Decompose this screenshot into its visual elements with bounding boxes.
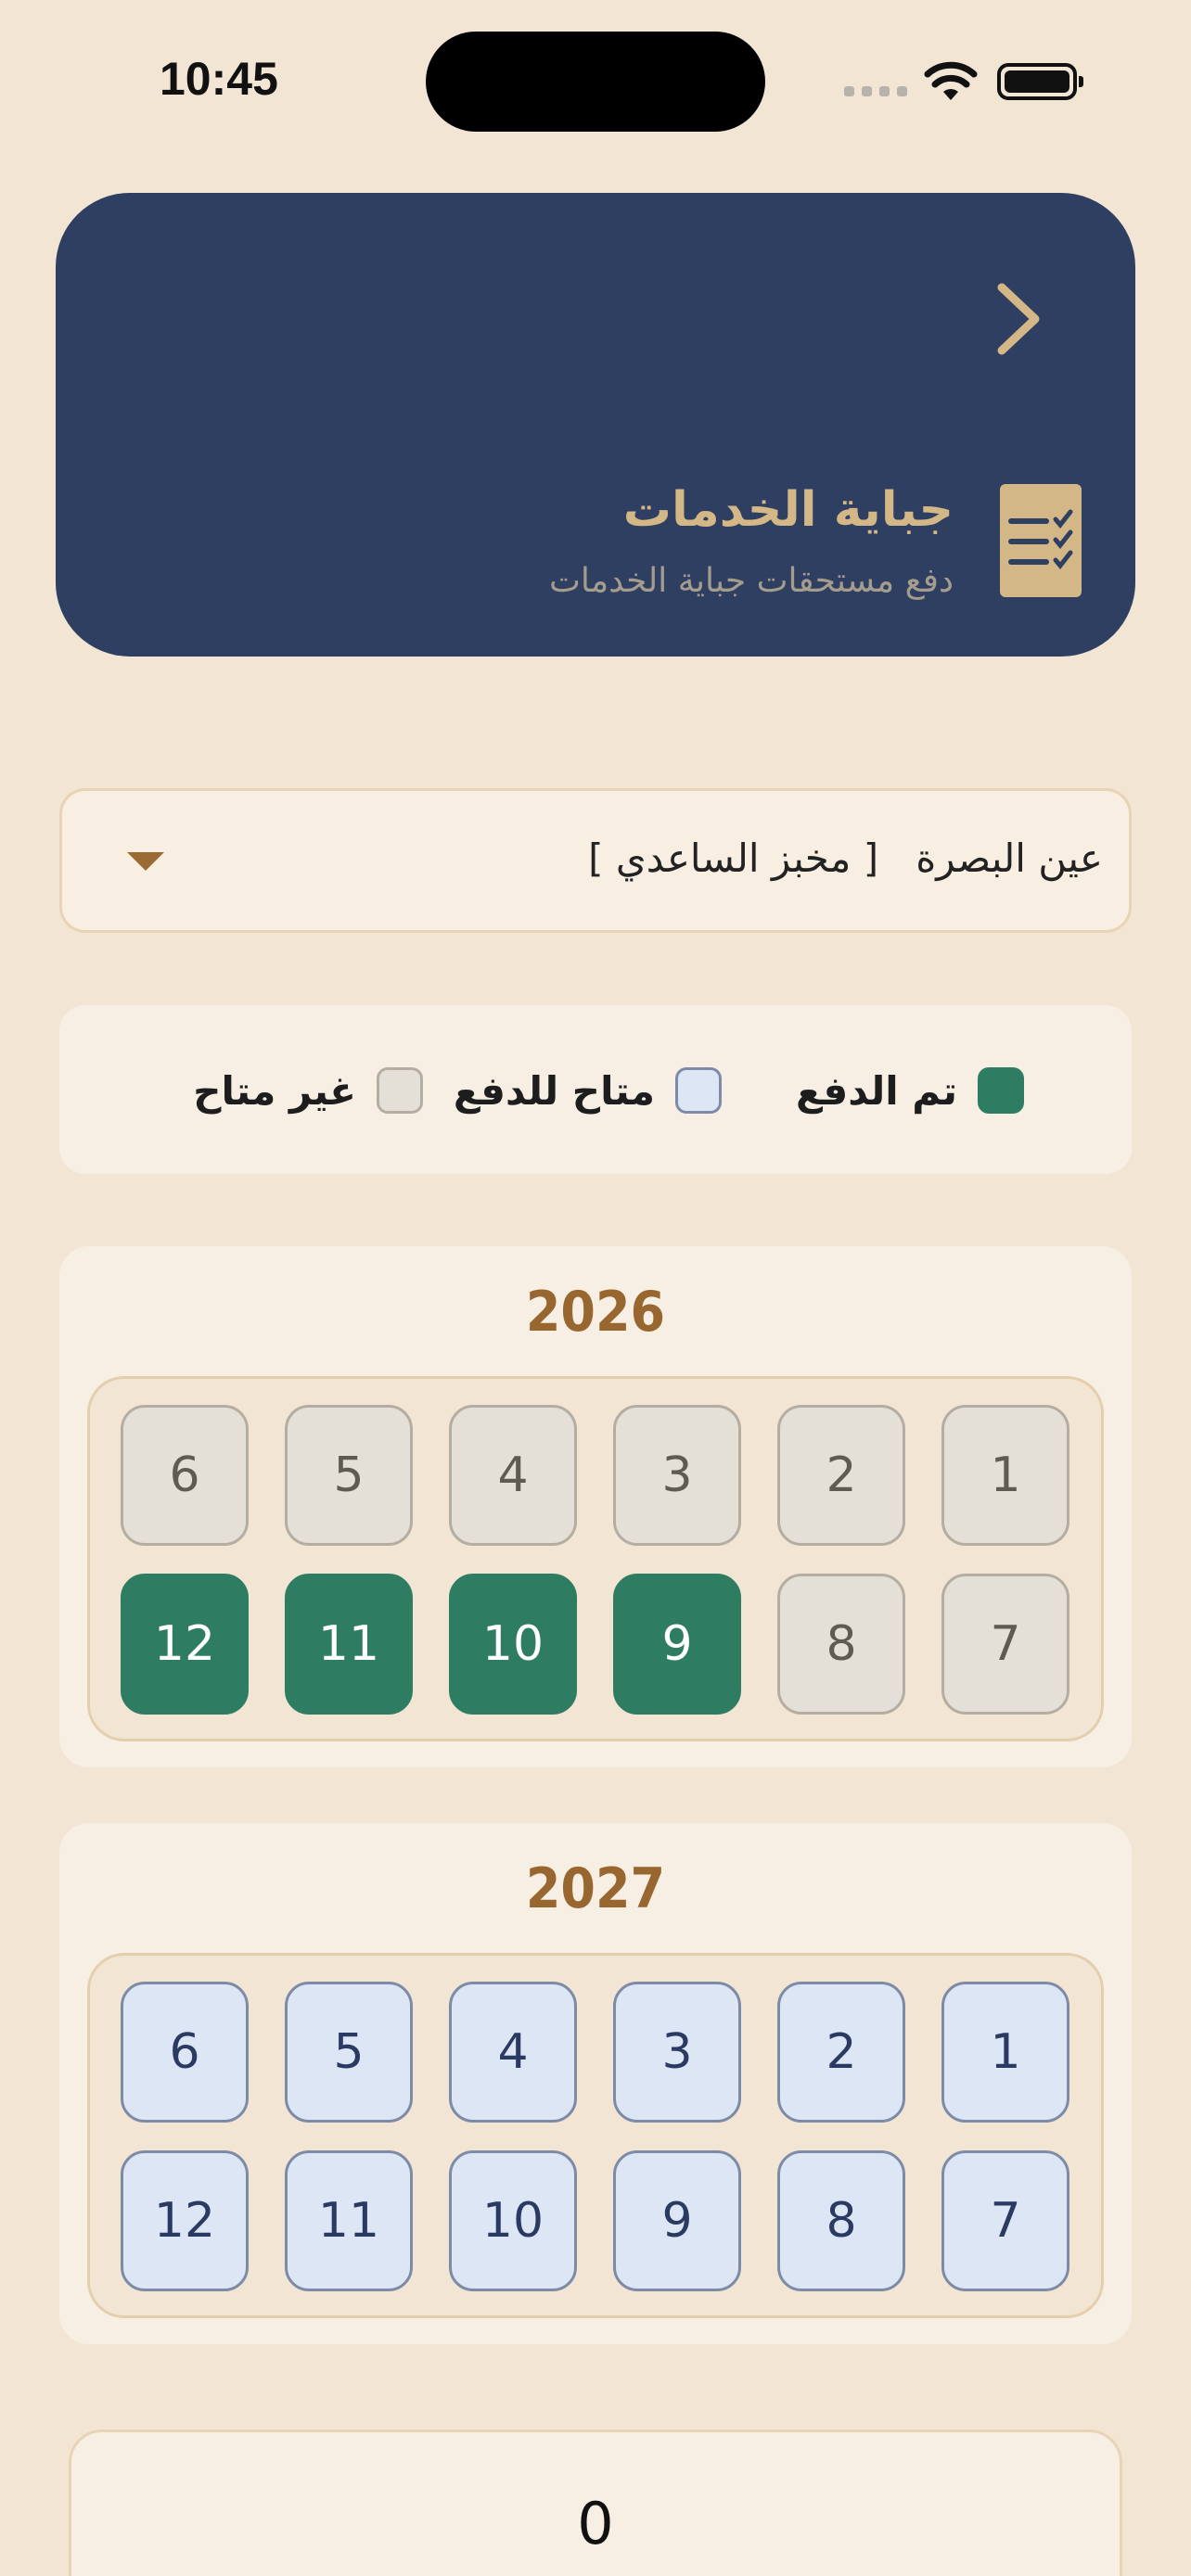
chevron-right-icon[interactable] (985, 278, 1052, 360)
year-card-2027: 2027 1 2 3 4 5 6 7 8 9 10 11 12 (59, 1823, 1132, 2344)
status-time: 10:45 (160, 53, 278, 105)
month-tile-available[interactable]: 3 (613, 1982, 741, 2123)
month-tile-available[interactable]: 5 (285, 1982, 413, 2123)
paid-swatch-icon (978, 1067, 1024, 1114)
month-tile-paid: 11 (285, 1574, 413, 1715)
caret-down-icon (127, 852, 164, 871)
available-swatch-icon (675, 1067, 722, 1114)
month-tile-available[interactable]: 2 (777, 1982, 905, 2123)
month-tile-unavailable: 8 (777, 1574, 905, 1715)
legend-label: متاح للدفع (453, 1067, 655, 1114)
legend-item-unavailable: غير متاح (193, 1066, 423, 1115)
month-tile-available[interactable]: 6 (121, 1982, 249, 2123)
year-title: 2027 (525, 1856, 666, 1921)
location-dropdown[interactable]: عين البصرة [ مخبز الساعدي ] (59, 788, 1132, 933)
month-tile-paid: 10 (449, 1574, 577, 1715)
month-tile-paid: 9 (613, 1574, 741, 1715)
wifi-icon (924, 61, 978, 100)
page-title: جباية الخدمات (622, 482, 954, 538)
month-tile-unavailable: 3 (613, 1405, 741, 1546)
month-tile-available[interactable]: 7 (941, 2150, 1069, 2291)
total-amount-field[interactable]: 0 (69, 2429, 1122, 2576)
month-grid: 1 2 3 4 5 6 7 8 9 10 11 12 (87, 1376, 1104, 1741)
month-tile-unavailable: 6 (121, 1405, 249, 1546)
services-header-card: جباية الخدمات دفع مستحقات جباية الخدمات (56, 193, 1135, 657)
legend-label: غير متاح (193, 1067, 356, 1114)
month-tile-unavailable: 5 (285, 1405, 413, 1546)
total-amount-value: 0 (577, 2490, 614, 2557)
legend-label: تم الدفع (796, 1067, 957, 1114)
month-tile-paid: 12 (121, 1574, 249, 1715)
month-tile-available[interactable]: 4 (449, 1982, 577, 2123)
page-subtitle: دفع مستحقات جباية الخدمات (549, 562, 954, 600)
legend-item-paid: تم الدفع (796, 1066, 1024, 1115)
checklist-icon (1000, 484, 1082, 597)
month-tile-available[interactable]: 10 (449, 2150, 577, 2291)
screen: 10:45 جباية الخدمات دفع مستحقات جباية ال… (0, 0, 1191, 2576)
month-tile-unavailable: 1 (941, 1405, 1069, 1546)
year-title: 2026 (525, 1280, 666, 1345)
dynamic-island (426, 32, 765, 132)
month-tile-available[interactable]: 12 (121, 2150, 249, 2291)
month-tile-unavailable: 7 (941, 1574, 1069, 1715)
status-legend: تم الدفع متاح للدفع غير متاح (59, 1005, 1132, 1174)
month-tile-unavailable: 2 (777, 1405, 905, 1546)
month-tile-available[interactable]: 1 (941, 1982, 1069, 2123)
unavailable-swatch-icon (377, 1067, 423, 1114)
month-grid: 1 2 3 4 5 6 7 8 9 10 11 12 (87, 1953, 1104, 2318)
year-card-2026: 2026 1 2 3 4 5 6 7 8 9 10 11 12 (59, 1246, 1132, 1767)
dropdown-selected-value: عين البصرة [ مخبز الساعدي ] (588, 835, 1103, 881)
month-tile-available[interactable]: 8 (777, 2150, 905, 2291)
month-tile-unavailable: 4 (449, 1405, 577, 1546)
legend-item-available: متاح للدفع (454, 1066, 722, 1115)
cellular-signal-icon (844, 86, 907, 96)
battery-icon (997, 63, 1083, 100)
month-tile-available[interactable]: 9 (613, 2150, 741, 2291)
month-tile-available[interactable]: 11 (285, 2150, 413, 2291)
